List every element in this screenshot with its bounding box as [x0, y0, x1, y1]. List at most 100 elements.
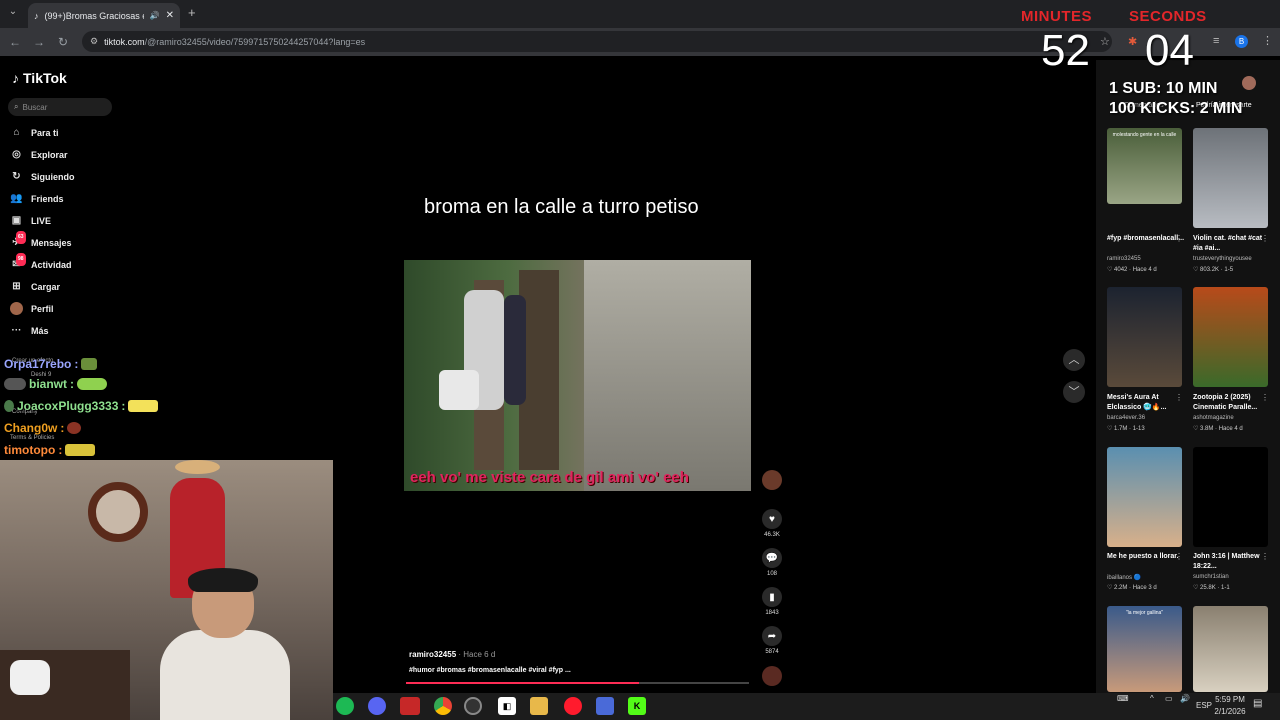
card-title[interactable]: Me he puesto a llorar. — [1107, 552, 1185, 562]
reload-icon[interactable]: ↻ — [54, 33, 72, 51]
card-user[interactable]: trusteverythingyousee — [1193, 256, 1252, 262]
back-icon[interactable]: ← — [6, 33, 24, 51]
profile-avatar-icon[interactable]: B — [1235, 35, 1248, 48]
card-user[interactable]: ramiro32455 — [1107, 256, 1141, 262]
thumbnail-overlay-text: molestando gente en la calle — [1112, 132, 1177, 138]
search-input[interactable]: ⌕ Buscar — [8, 98, 112, 116]
card-title[interactable]: Messi's Aura At Elclassico 🥶🔥... — [1107, 393, 1185, 413]
panel-avatar[interactable] — [1242, 76, 1256, 90]
chat-user: timotopo — [4, 443, 56, 457]
tray-chevron-icon[interactable]: ^ — [1150, 694, 1154, 703]
nav-label: Siguiendo — [31, 171, 75, 182]
nav-item-mensajes[interactable]: ✈63 Mensajes — [10, 231, 72, 249]
video-thumbnail[interactable] — [1193, 128, 1268, 228]
capcut-icon[interactable]: ◧ — [498, 697, 516, 715]
nav-item-para-ti[interactable]: ⌂ Para ti — [10, 126, 58, 139]
profile-avatar — [10, 302, 23, 315]
like-count: 46.3K — [764, 532, 780, 538]
previous-video-button[interactable]: ︿ — [1063, 349, 1085, 371]
card-title[interactable]: John 3:16 | Matthew 18:22... — [1193, 552, 1271, 572]
video-thumbnail[interactable] — [1107, 287, 1182, 387]
windows-app-icon[interactable] — [596, 697, 614, 715]
card-more-icon[interactable]: ⋮ — [1261, 552, 1269, 561]
like-button[interactable]: ♥ 46.3K — [760, 509, 784, 538]
video-thumbnail[interactable] — [1193, 287, 1268, 387]
video-thumbnail[interactable]: "la mejor gallina" — [1107, 606, 1182, 692]
kick-icon[interactable]: K — [628, 697, 646, 715]
tab-close-icon[interactable]: ✕ — [166, 10, 174, 21]
forward-icon[interactable]: → — [30, 33, 48, 51]
chat-user: JoacoxPlugg3333 — [17, 399, 119, 413]
headphones — [188, 568, 258, 592]
card-stats: ♡ 25.8K · 1-1 — [1193, 585, 1230, 591]
card-title[interactable]: #fyp #bromasenlacall... — [1107, 234, 1185, 244]
video-thumbnail[interactable] — [1193, 447, 1268, 547]
card-user[interactable]: ibaillanos 🔵 — [1107, 574, 1141, 581]
card-more-icon[interactable]: ⋮ — [1175, 552, 1183, 561]
extension-icon[interactable]: ✱ — [1128, 35, 1137, 48]
nav-item-cargar[interactable]: ⊞ Cargar — [10, 280, 60, 293]
nav-item-live[interactable]: ▣ LIVE — [10, 214, 51, 227]
browser-tab[interactable]: ♪ (99+)Bromas Graciosas en l 🔊 ✕ — [28, 3, 180, 28]
queue-icon[interactable]: ≡ — [1213, 35, 1219, 47]
nav-item-mas[interactable]: ··· Más — [10, 324, 49, 337]
creator-avatar[interactable] — [760, 470, 784, 493]
card-title[interactable]: Zootopia 2 (2025) Cinematic Paralle... — [1193, 393, 1271, 413]
card-stats: ♡ 4042 · Hace 4 d — [1107, 267, 1157, 273]
video-progress-bar[interactable] — [406, 682, 749, 684]
browser-menu-icon[interactable]: ⋮ — [1262, 34, 1273, 47]
footer-terms-link[interactable]: Terms & Policies — [10, 435, 54, 441]
save-button[interactable]: ▮ 1843 — [760, 587, 784, 616]
sound-disc[interactable] — [760, 666, 784, 689]
rode-app-icon[interactable] — [400, 697, 420, 715]
video-thumbnail[interactable]: molestando gente en la calle — [1107, 128, 1182, 204]
nav-label: Actividad — [31, 259, 72, 270]
card-more-icon[interactable]: ⋮ — [1175, 234, 1183, 243]
site-info-icon[interactable]: ⚙ — [90, 36, 98, 47]
card-more-icon[interactable]: ⋮ — [1175, 393, 1183, 402]
nav-item-explorar[interactable]: ◎ Explorar — [10, 148, 67, 161]
card-title[interactable]: Violin cat. #chat #cat #ia #ai... — [1193, 234, 1271, 254]
video-player[interactable] — [404, 260, 751, 491]
obs-icon[interactable] — [464, 697, 482, 715]
messages-icon: ✈63 — [10, 231, 26, 249]
seconds-value: 04 — [1145, 26, 1194, 75]
author-name[interactable]: ramiro32455 — [409, 650, 456, 659]
tiktok-logo[interactable]: ♪ TikTok — [12, 70, 67, 86]
video-thumbnail[interactable] — [1107, 447, 1182, 547]
share-button[interactable]: ➦ 5874 — [760, 626, 784, 655]
comment-button[interactable]: 💬 108 — [760, 548, 784, 577]
network-icon[interactable]: ▭ — [1165, 694, 1173, 703]
minutes-value: 52 — [1041, 26, 1090, 75]
nav-item-perfil[interactable]: Perfil — [10, 302, 54, 315]
card-user[interactable]: barca4ever.36 — [1107, 415, 1145, 421]
clock-date[interactable]: 2/1/2026 — [1207, 707, 1253, 716]
chat-emote-icon — [67, 422, 82, 434]
tray-keyboard-icon[interactable]: ⌨ — [1117, 694, 1129, 703]
video-hashtags[interactable]: #humor #bromas #bromasenlacalle #viral #… — [409, 667, 571, 674]
notification-icon[interactable]: ▤ — [1253, 698, 1262, 709]
nav-item-siguiendo[interactable]: ↻ Siguiendo — [10, 170, 75, 183]
address-bar[interactable]: ⚙ tiktok.com/@ramiro32455/video/75997157… — [82, 31, 1112, 52]
speaker-icon[interactable]: 🔊 — [150, 11, 160, 20]
chrome-icon[interactable] — [434, 697, 452, 715]
comment-count: 108 — [766, 571, 777, 577]
new-tab-icon[interactable]: + — [188, 5, 202, 21]
opera-icon[interactable] — [564, 697, 582, 715]
volume-icon[interactable]: 🔊 — [1180, 694, 1190, 703]
tab-list-icon[interactable]: ⌄ — [6, 6, 20, 20]
nav-item-actividad[interactable]: ✉98 Actividad — [10, 253, 72, 271]
nav-item-friends[interactable]: 👥 Friends — [10, 192, 63, 205]
card-more-icon[interactable]: ⋮ — [1261, 234, 1269, 243]
clock-time[interactable]: 5:59 PM — [1210, 695, 1250, 704]
video-thumbnail[interactable] — [1193, 606, 1268, 692]
file-explorer-icon[interactable] — [530, 697, 548, 715]
discord-icon[interactable] — [368, 697, 386, 715]
bookmark-star-icon[interactable]: ☆ — [1100, 35, 1110, 48]
chat-badge-icon — [4, 378, 26, 390]
card-user[interactable]: ashotmagazine — [1193, 415, 1234, 421]
card-more-icon[interactable]: ⋮ — [1261, 393, 1269, 402]
card-user[interactable]: sumchr1stian — [1193, 574, 1229, 580]
next-video-button[interactable]: ﹀ — [1063, 381, 1085, 403]
spotify-icon[interactable] — [336, 697, 354, 715]
